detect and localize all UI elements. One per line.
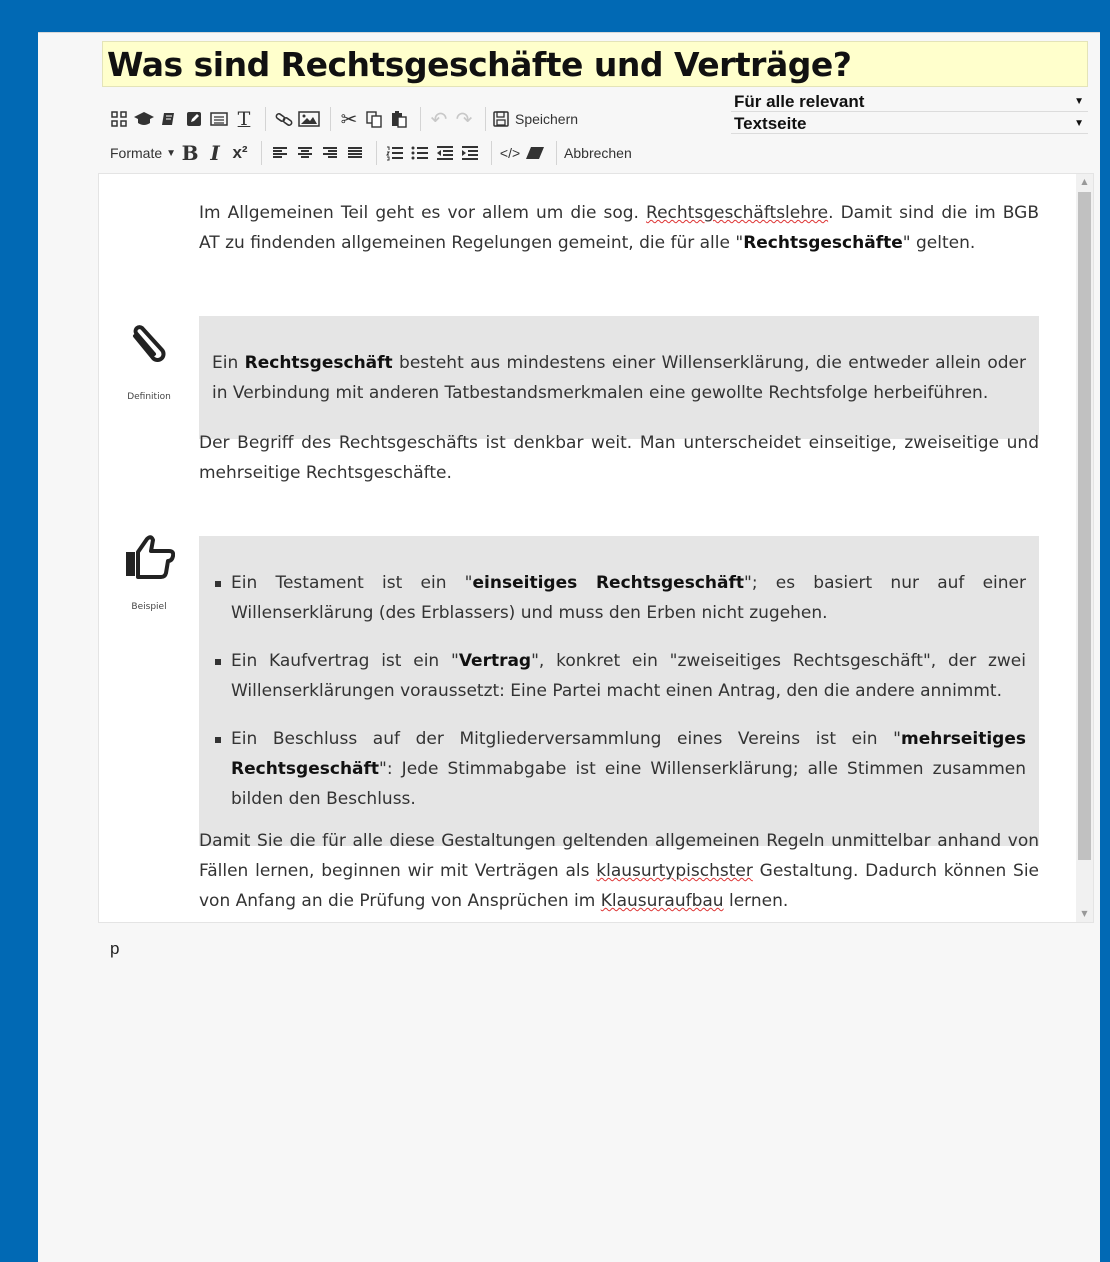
undo-icon[interactable]: ↶ [428,108,450,131]
eraser-icon[interactable] [524,142,546,164]
image-icon[interactable] [298,108,320,130]
copy-icon[interactable] [363,108,385,130]
scroll-down-arrow-icon[interactable]: ▼ [1076,906,1093,922]
outdent-icon[interactable] [434,142,456,164]
paragraph-outro: Damit Sie die für alle diese Gestaltunge… [199,831,1040,911]
toolbar-separator [485,107,486,131]
floppy-disk-icon [493,111,509,127]
italic-button[interactable]: I [204,141,226,165]
toolbar-row-2: Formate ▼ B I x² </> Abbrechen [110,140,635,166]
page-title-input[interactable]: Was sind Rechtsgeschäfte und Verträge? [102,41,1088,87]
paperclip-icon [133,325,166,362]
bullet-list-icon[interactable] [409,142,431,164]
caret-down-icon: ▼ [166,147,177,159]
caret-down-icon: ▼ [1074,96,1084,107]
save-button[interactable]: Speichern [493,108,578,130]
paragraph-intro: Im Allgemeinen Teil geht es vor allem um… [199,203,1039,253]
scissors-icon[interactable]: ✂ [338,108,360,131]
audience-select[interactable]: Für alle relevant ▼ [731,92,1088,112]
scroll-up-arrow-icon[interactable]: ▲ [1076,174,1093,190]
indent-icon[interactable] [459,142,481,164]
align-justify-icon[interactable] [344,142,366,164]
toolbar-separator [330,107,331,131]
example-marker: Beispiel [119,534,179,622]
align-center-icon[interactable] [294,142,316,164]
superscript-button[interactable]: x² [229,142,251,164]
caret-down-icon: ▼ [1074,118,1084,129]
example-list: Ein Testament ist ein "einseitiges Recht… [215,568,1026,814]
list-item: Ein Testament ist ein "einseitiges Recht… [215,568,1026,628]
list-box-icon[interactable] [208,108,230,130]
bold-button[interactable]: B [179,141,201,165]
align-right-icon[interactable] [319,142,341,164]
toolbar-separator [261,141,263,165]
redo-icon[interactable]: ↷ [453,108,475,131]
example-label: Beispiel [131,602,167,612]
hand-pointing-icon [126,535,176,579]
formats-dropdown[interactable]: Formate ▼ [110,142,176,164]
toolbar-row-1: T ✂ ↶ ↷ Speichern [108,106,578,132]
text-format-icon[interactable]: T [233,108,255,130]
definition-marker: Definition [119,322,179,412]
edit-icon[interactable] [183,108,205,130]
cancel-button[interactable]: Abbrechen [564,142,632,164]
definition-box: Ein Rechtsgeschäft besteht aus mindesten… [199,316,1039,439]
spellcheck-word[interactable]: Rechtsgeschäftslehre [646,203,828,223]
right-frame [1100,32,1110,1261]
toolbar-separator [491,141,493,165]
scrollbar-thumb[interactable] [1078,192,1091,860]
align-left-icon[interactable] [269,142,291,164]
ordered-list-icon[interactable] [384,142,406,164]
link-icon[interactable] [273,108,295,130]
editor-sheet: Was sind Rechtsgeschäfte und Verträge? T… [38,32,1100,1262]
grid-icon[interactable] [108,108,130,130]
element-path: p [110,939,120,958]
content-editor[interactable]: Im Allgemeinen Teil geht es vor allem um… [98,173,1094,923]
formats-label: Formate [110,145,163,161]
list-item: Ein Beschluss auf der Mitgliederversamml… [215,724,1026,814]
spellcheck-word[interactable]: klausurtypischster [596,861,753,881]
page-type-value: Textseite [734,114,807,133]
source-code-button[interactable]: </> [499,142,521,164]
definition-label: Definition [127,392,171,402]
spellcheck-word[interactable]: Klausuraufbau [601,891,724,911]
paste-icon[interactable] [388,108,410,130]
list-item: Ein Kaufvertrag ist ein "Vertrag", konkr… [215,646,1026,706]
paragraph-concept: Der Begriff des Rechtsgeschäfts ist denk… [199,433,1039,483]
toolbar-separator [376,141,378,165]
book-icon[interactable] [158,108,180,130]
graduation-cap-icon[interactable] [133,108,155,130]
toolbar-separator [420,107,421,131]
save-label: Speichern [515,111,579,127]
top-bar [0,0,1110,32]
audience-value: Für alle relevant [734,92,865,111]
vertical-scrollbar[interactable]: ▲ ▼ [1076,174,1093,922]
page-type-select[interactable]: Textseite ▼ [731,114,1088,134]
toolbar-separator [556,141,558,165]
toolbar-separator [265,107,266,131]
example-box: Ein Testament ist ein "einseitiges Recht… [199,536,1039,846]
